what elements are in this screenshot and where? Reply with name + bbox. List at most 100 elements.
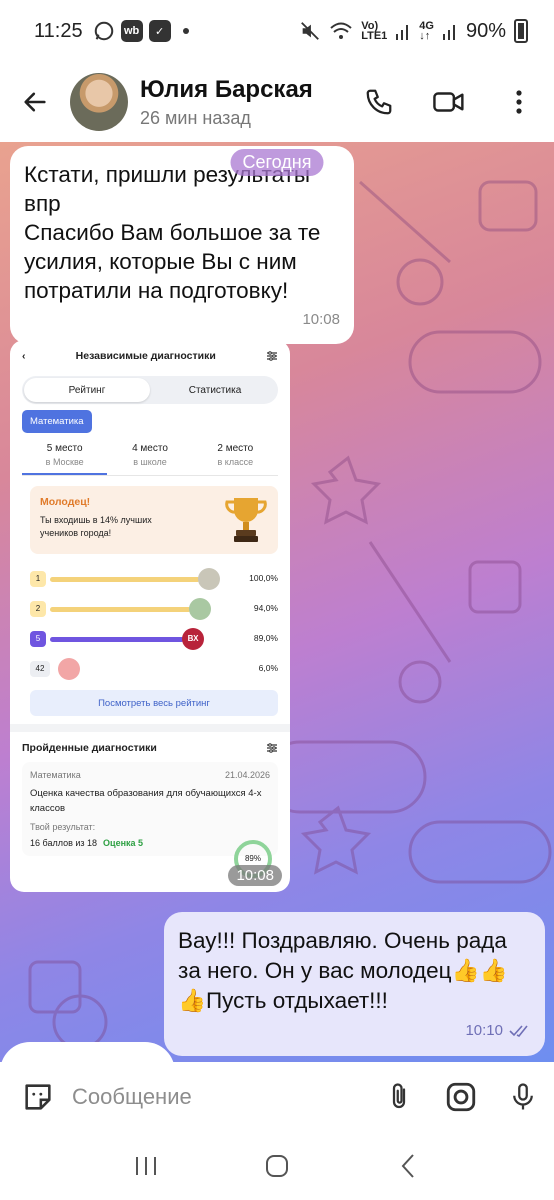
recent-apps-button[interactable] [116,1136,176,1196]
back-arrow-icon [24,92,46,112]
attach-button[interactable] [368,1066,430,1128]
shot-card-score: 16 баллов из 18 Оценка 5 [30,838,144,848]
shot-ranking-row: 1 100,0% [30,564,278,594]
back-button[interactable] [0,67,70,137]
message-line: усилия, которые Вы с ним [24,249,297,274]
shot-card-date: 21.04.2026 [224,770,270,780]
shot-rank-bar [50,637,184,642]
trophy-icon [225,498,267,542]
shot-rank-bar [50,607,191,612]
shot-rank-avatar [189,598,211,620]
shot-place-class: 2 место в классе [217,443,254,467]
more-notifications-dot [182,28,189,34]
voice-call-button[interactable] [344,67,414,137]
shot-rank-avatar [198,568,220,590]
shot-card-title: Оценка качества образования для обучающи… [30,788,262,814]
wildberries-icon: wb [120,20,143,42]
shot-rank-avatar: ВХ [182,628,204,650]
message-input[interactable]: Сообщение [72,1084,368,1110]
shot-congrats-text: Ты входишь в 14% лучших учеников города! [40,515,152,538]
contact-name: Юлия Барская [140,75,313,103]
shot-see-all-button: Посмотреть весь рейтинг [30,690,278,716]
signal-icon [396,25,409,40]
system-nav-bar [0,1132,554,1200]
scroll-bump [0,1042,175,1062]
mute-icon [301,22,320,40]
back-nav-button[interactable] [378,1136,438,1196]
battery-percent: 90% [465,19,506,42]
shot-ranking: 1 100,0% 2 94,0% 5 ВХ 89,0% 42 6,0% [10,564,290,684]
shot-ranking-row: 42 6,0% [30,654,278,684]
shot-places: 5 место в Москве 4 место в школе 2 место… [22,443,278,476]
image-message[interactable]: ‹ Независимые диагностики Рейтинг Статис… [10,340,290,892]
shot-title: Независимые диагностики [75,350,216,362]
shot-segmented-tabs: Рейтинг Статистика [22,376,278,404]
shot-rank-percent: 100,0% [249,573,278,583]
shot-rank-avatar [58,658,80,680]
chat-area[interactable]: Кстати, пришли результаты впр Спасибо Ва… [0,142,554,1062]
contact-info[interactable]: Юлия Барская 26 мин назад [140,76,344,129]
shot-tab-rating: Рейтинг [24,378,150,402]
camera-button[interactable] [430,1066,492,1128]
message-line: Вау!!! Поздравляю. Очень рада [178,928,507,953]
whatsapp-icon [94,21,113,41]
shot-card-subject: Математика [30,770,81,780]
shot-rank-percent: 6,0% [258,663,278,673]
shot-congrats-card: Молодец! Ты входишь в 14% лучших ученико… [30,486,278,554]
shot-place-school: 4 место в школе [132,443,168,467]
message-line: потратили на подготовку! [24,278,289,303]
date-separator: Сегодня [230,149,324,176]
shot-tab-stats: Статистика [188,384,242,396]
battery-icon [514,19,528,43]
chat-header: Юлия Барская 26 мин назад [0,62,554,142]
more-options-button[interactable] [484,67,554,137]
shot-ranking-row: 5 ВХ 89,0% [30,624,278,654]
check-box-icon: ✓ [148,20,171,42]
sticker-icon [25,1084,51,1110]
shot-subject-chip: Математика [22,410,92,433]
contact-avatar[interactable] [70,73,128,131]
instagram-camera-icon [446,1082,476,1112]
message-line: 👍Пусть отдыхает!!! [178,988,388,1013]
back-nav-icon [401,1154,415,1178]
voice-record-button[interactable] [492,1066,554,1128]
message-input-bar: Сообщение [0,1062,554,1132]
double-check-icon [509,1025,528,1038]
status-time: 11:25 [34,19,83,42]
sticker-button[interactable] [18,1066,58,1128]
shot-rank-number: 1 [30,571,46,587]
shot-card-result-label: Твой результат: [30,822,96,832]
message-time: 10:10 [465,1022,503,1039]
video-call-button[interactable] [414,67,484,137]
shot-rank-number: 42 [30,661,50,677]
network-type: 4G ↓↑ [419,20,434,42]
phone-icon [366,89,392,115]
message-time: 10:08 [228,865,282,886]
outgoing-message[interactable]: Вау!!! Поздравляю. Очень рада за него. О… [164,912,545,1056]
message-line: за него. Он у вас молодец👍👍 [178,958,508,983]
message-meta: 10:10 [178,1016,531,1046]
filter-icon [267,351,277,361]
filter-icon [267,743,277,753]
shot-toolbar: ‹ Независимые диагностики [10,340,290,372]
shot-place-moscow: 5 место в Москве [22,443,108,475]
message-line: Спасибо Вам большое за те [24,220,321,245]
shot-passed-header: Пройденные диагностики [10,732,290,754]
shot-rank-bar [50,577,200,582]
volte-indicator: Vo) LTE1 [361,20,388,42]
home-button[interactable] [247,1136,307,1196]
shot-rank-number: 5 [30,631,46,647]
shot-rank-percent: 94,0% [253,603,278,613]
last-seen: 26 мин назад [140,107,251,128]
status-notification-icons: wb ✓ [93,20,189,42]
shot-ranking-row: 2 94,0% [30,594,278,624]
signal-icon-2 [442,25,455,40]
shot-rank-number: 2 [30,601,46,617]
status-bar: 11:25 wb ✓ Vo) LTE1 4G ↓↑ 90% [0,0,554,62]
message-time: 10:08 [302,311,340,328]
video-icon [433,92,464,112]
recent-apps-icon [135,1157,156,1175]
more-vert-icon [516,90,522,114]
wifi-icon [330,22,352,39]
shot-rank-percent: 89,0% [253,633,278,643]
